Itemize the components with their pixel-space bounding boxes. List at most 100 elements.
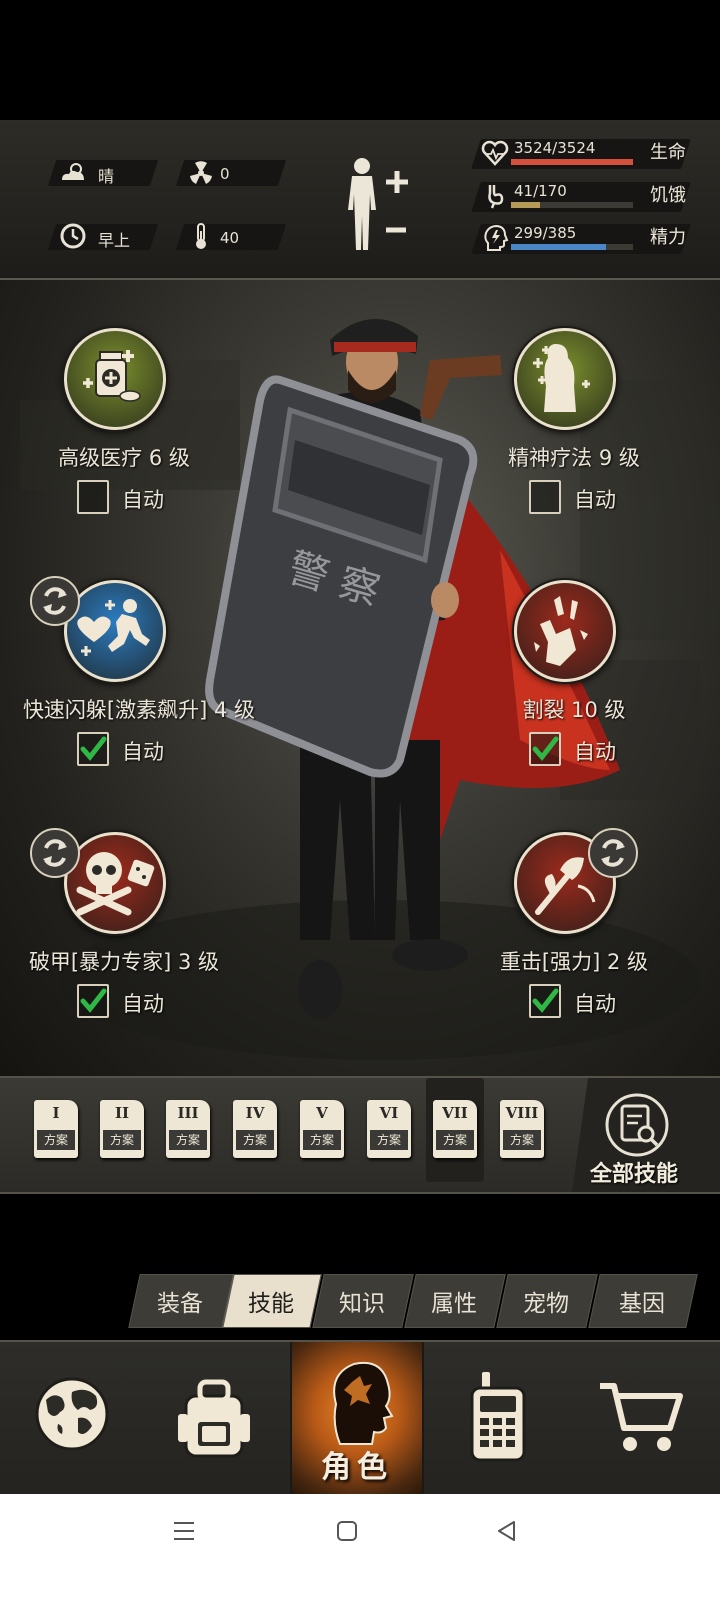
preset-label: 方案 — [370, 1130, 408, 1150]
preset-label: 方案 — [37, 1130, 75, 1150]
preset-label: 方案 — [103, 1130, 141, 1150]
energy-bar-fill — [511, 244, 607, 250]
health-bar — [511, 159, 633, 165]
swap-icon — [601, 839, 625, 867]
tab-label: 技能 — [248, 1291, 294, 1317]
temperature-value: 40 — [220, 229, 240, 247]
character-scene: 警 察 高级医疗 6 级 自动 精神疗法 9 级 自动 快速闪躲[激素飙升] 4… — [0, 280, 720, 1096]
tab-label: 宠物 — [523, 1291, 569, 1317]
weather-text: 晴 — [98, 167, 115, 186]
bottom-navigation: 角色 — [0, 1340, 720, 1496]
preset-viii[interactable]: VIII 方案 — [500, 1100, 544, 1158]
preset-label: 方案 — [169, 1130, 207, 1150]
auto-label: 自动 — [122, 488, 164, 512]
skill-book-search-icon — [605, 1093, 669, 1157]
globe-icon[interactable] — [34, 1374, 110, 1458]
skill-name-armor-break: 破甲[暴力专家] 3 级 — [28, 950, 220, 974]
human-figure-icon — [348, 158, 376, 250]
tab-label: 基因 — [619, 1291, 665, 1317]
auto-label: 自动 — [574, 740, 616, 764]
status-hud: 晴 0 早上 40 3524/3524 生命 41/170 饥饿 299/385… — [0, 120, 720, 280]
skill-preset-bar: I 方案 II 方案 III 方案 IV 方案 V 方案 VI 方案 VII 方案 VIII 方案 全部技能 — [0, 1076, 720, 1194]
preset-label: 方案 — [303, 1130, 341, 1150]
medkit-icon — [83, 350, 141, 402]
energy-bar — [511, 244, 633, 250]
preset-numeral: VI — [379, 1104, 399, 1122]
preset-label: 方案 — [436, 1130, 474, 1150]
health-value: 3524/3524 — [514, 139, 596, 157]
swap-icon — [43, 839, 67, 867]
hunger-bar — [511, 202, 633, 208]
time-of-day-text: 早上 — [98, 231, 131, 250]
preset-label: 方案 — [236, 1130, 274, 1150]
role-tab[interactable]: 角色 — [290, 1342, 424, 1496]
preset-iv[interactable]: IV 方案 — [233, 1100, 277, 1158]
skill-name-laceration: 割裂 10 级 — [522, 698, 626, 722]
all-skills-label: 全部技能 — [590, 1162, 679, 1187]
home-icon[interactable] — [336, 1520, 358, 1542]
weather-sun-cloud-icon — [62, 163, 84, 180]
head-energy-icon — [484, 224, 509, 251]
preset-numeral: VII — [442, 1104, 468, 1122]
preset-vii[interactable]: VII 方案 — [433, 1100, 477, 1158]
preset-v[interactable]: V 方案 — [300, 1100, 344, 1158]
health-bar-fill — [511, 159, 633, 165]
radiation-icon — [190, 161, 212, 184]
swap-icon — [43, 587, 67, 615]
backpack-icon[interactable] — [176, 1378, 252, 1460]
radiation-value: 0 — [220, 165, 230, 183]
preset-numeral: VIII — [505, 1104, 539, 1122]
role-tab-label: 角色 — [321, 1450, 393, 1485]
auto-checkbox-psychotherapy[interactable] — [529, 480, 561, 514]
plus-icon — [386, 171, 408, 193]
checkmark-icon — [532, 988, 559, 1013]
hunger-label: 饥饿 — [650, 185, 686, 206]
checkmark-icon — [80, 988, 107, 1013]
energy-value: 299/385 — [514, 224, 577, 242]
tab-label: 装备 — [157, 1291, 203, 1317]
thermometer-icon — [196, 223, 206, 249]
ghost-heal-icon — [533, 344, 590, 412]
skull-dice-icon — [76, 852, 155, 916]
preset-vi[interactable]: VI 方案 — [367, 1100, 411, 1158]
laceration-icon — [534, 596, 588, 666]
walkie-talkie-icon[interactable] — [468, 1370, 528, 1462]
preset-numeral: II — [114, 1104, 130, 1122]
preset-numeral: IV — [245, 1104, 265, 1122]
tab-label: 属性 — [431, 1291, 477, 1317]
stomach-icon — [488, 185, 504, 209]
swap-skill-button[interactable] — [30, 828, 80, 878]
auto-label: 自动 — [574, 488, 616, 512]
auto-checkbox-advanced-medical[interactable] — [77, 480, 109, 514]
dodge-icon — [77, 599, 150, 656]
status-bar — [0, 0, 720, 120]
skill-name-psychotherapy: 精神疗法 9 级 — [508, 446, 640, 470]
body-status-button[interactable] — [340, 154, 414, 254]
health-label: 生命 — [650, 142, 686, 163]
back-icon[interactable] — [496, 1520, 518, 1542]
clock-icon — [60, 223, 86, 249]
swap-skill-button[interactable] — [588, 828, 638, 878]
swap-skill-button[interactable] — [30, 576, 80, 626]
preset-iii[interactable]: III 方案 — [166, 1100, 210, 1158]
auto-checkbox-quick-dodge[interactable] — [77, 732, 109, 766]
energy-label: 精力 — [650, 227, 686, 248]
skill-name-advanced-medical: 高级医疗 6 级 — [58, 446, 190, 470]
cart-icon[interactable] — [598, 1380, 684, 1454]
hunger-bar-fill — [511, 202, 541, 208]
system-navigation-bar — [0, 1494, 720, 1600]
auto-checkbox-laceration[interactable] — [529, 732, 561, 766]
skill-name-quick-dodge: 快速闪躲[激素飙升] 4 级 — [22, 698, 256, 722]
checkmark-icon — [80, 736, 107, 761]
hunger-value: 41/170 — [514, 182, 567, 200]
heart-icon — [481, 140, 509, 166]
auto-label: 自动 — [574, 992, 616, 1016]
auto-checkbox-armor-break[interactable] — [77, 984, 109, 1018]
preset-numeral: I — [52, 1104, 60, 1122]
menu-icon[interactable] — [172, 1520, 196, 1542]
auto-checkbox-heavy-strike[interactable] — [529, 984, 561, 1018]
auto-label: 自动 — [122, 740, 164, 764]
preset-i[interactable]: I 方案 — [34, 1100, 78, 1158]
checkmark-icon — [532, 736, 559, 761]
preset-ii[interactable]: II 方案 — [100, 1100, 144, 1158]
